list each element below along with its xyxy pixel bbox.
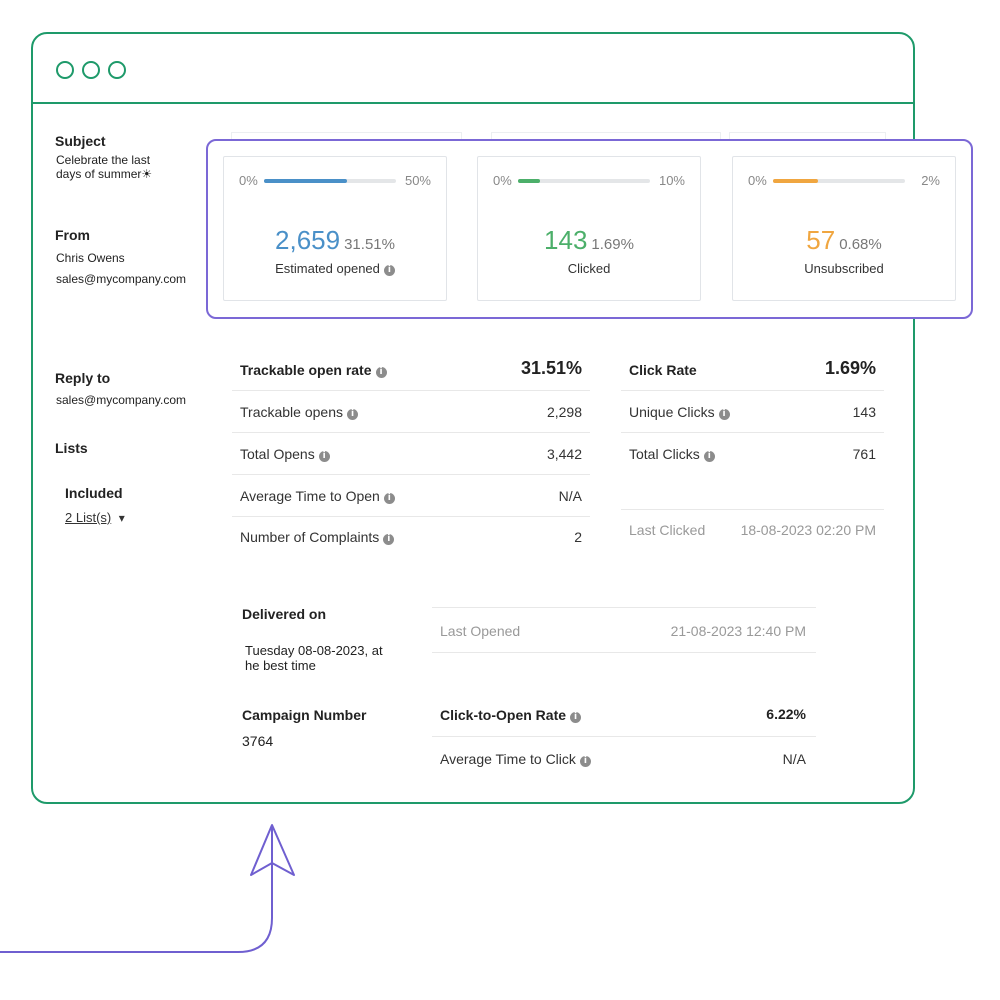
paper-plane-arrow-icon <box>0 824 295 953</box>
